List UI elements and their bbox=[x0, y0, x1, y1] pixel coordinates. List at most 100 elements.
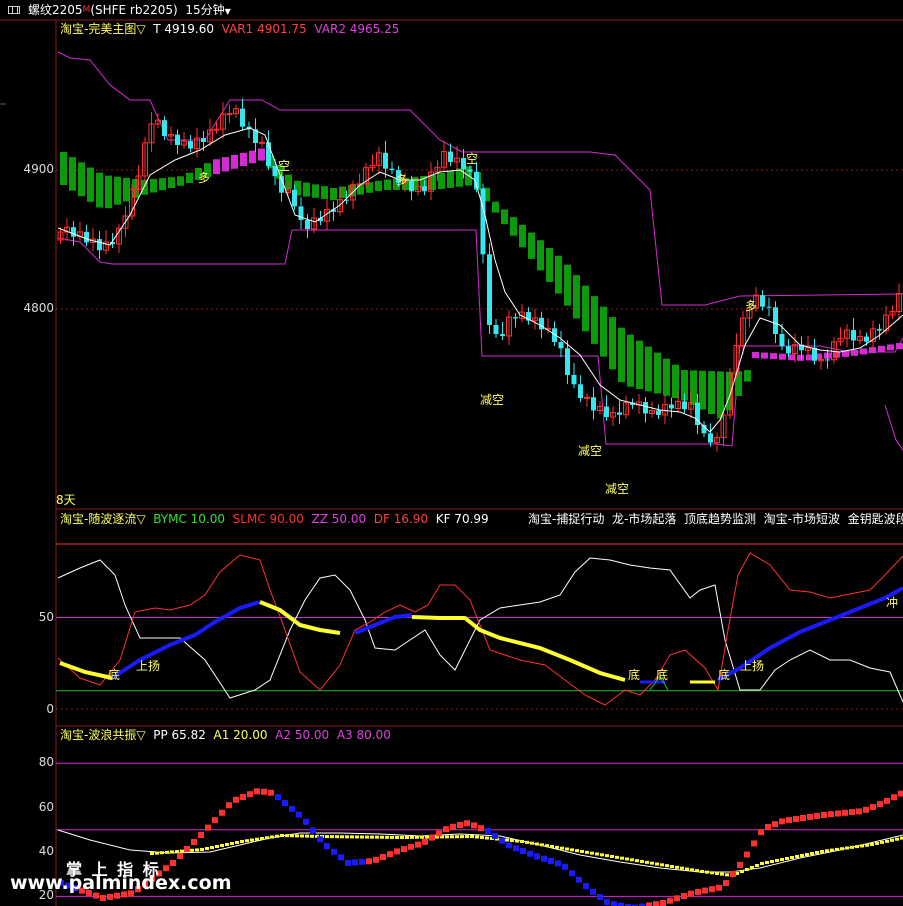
indicator-link-1[interactable]: 淘宝-捕捉行动 bbox=[528, 512, 604, 526]
indicator-link-3[interactable]: 顶底趋势监测 bbox=[684, 512, 756, 526]
sub2-pp-block bbox=[681, 893, 687, 899]
sub2-value-pp: PP 65.82 bbox=[153, 728, 206, 742]
sub2-yellow-dot bbox=[235, 841, 239, 844]
cloud-bar bbox=[123, 177, 130, 202]
main-y-tick-4900: 4900 bbox=[23, 162, 54, 176]
cloud-bar bbox=[887, 344, 894, 351]
sub2-yellow-dot bbox=[295, 834, 299, 838]
cloud-bar bbox=[564, 264, 571, 306]
cloud-bar bbox=[492, 201, 499, 213]
sub2-pp-block bbox=[730, 871, 736, 877]
cloud-bar bbox=[609, 317, 616, 370]
candle-body bbox=[292, 189, 297, 207]
sub2-pp-block bbox=[100, 895, 106, 901]
sub2-y-tick-40: 40 bbox=[38, 844, 54, 858]
sub2-yellow-dot bbox=[460, 835, 464, 839]
sub2-yellow-dot bbox=[175, 850, 179, 853]
sub2-yellow-dot bbox=[660, 863, 664, 867]
sub2-value-a1: A1 20.00 bbox=[213, 728, 268, 742]
sub2-pp-block bbox=[709, 886, 715, 893]
indicator-link-2[interactable]: 龙-市场起落 bbox=[612, 512, 676, 526]
sub2-pp-block bbox=[688, 890, 694, 897]
sub2-pp-block bbox=[723, 880, 729, 887]
sub2-pp-block bbox=[716, 884, 722, 891]
sub2-yellow-dot bbox=[445, 835, 449, 839]
sub2-pp-block bbox=[366, 858, 372, 865]
sub2-pp-block bbox=[807, 813, 813, 820]
candle-body bbox=[389, 168, 395, 171]
sub1-indicator-header: 淘宝-随波逐流▽ BYMC 10.00 SLMC 90.00 ZZ 50.00 … bbox=[60, 511, 489, 527]
sub2-yellow-dot bbox=[290, 834, 294, 838]
candle-body bbox=[851, 330, 856, 341]
sub2-yellow-dot bbox=[870, 843, 874, 846]
sub2-pp-block bbox=[779, 818, 785, 825]
sub2-pp-block bbox=[380, 854, 386, 860]
sub2-pp-block bbox=[541, 855, 547, 862]
candle-body bbox=[643, 402, 648, 414]
cloud-bar bbox=[114, 176, 121, 205]
sub2-indicator-name[interactable]: 淘宝-波浪共振 bbox=[60, 728, 136, 742]
watermark-url: www.palmindex.com bbox=[10, 872, 232, 894]
sub2-pp-block bbox=[513, 845, 519, 852]
cloud-bar bbox=[375, 180, 382, 191]
sub2-yellow-dot bbox=[395, 835, 399, 839]
sub2-yellow-dot bbox=[220, 844, 224, 847]
cloud-bar bbox=[159, 178, 166, 191]
cloud-bar bbox=[87, 167, 94, 202]
candle-body bbox=[513, 317, 518, 319]
main-indicator-name[interactable]: 淘宝-完美主图 bbox=[60, 22, 136, 36]
sub2-yellow-dot bbox=[345, 835, 349, 839]
sub2-pp-block bbox=[303, 818, 309, 825]
signal-short-1: 空 bbox=[278, 159, 291, 173]
sub2-yellow-dot bbox=[205, 847, 209, 850]
sub2-pp-block bbox=[205, 824, 211, 831]
sub1-indicator-name[interactable]: 淘宝-随波逐流 bbox=[60, 512, 136, 526]
sub2-yellow-dot bbox=[370, 835, 374, 839]
sub2-pp-block bbox=[240, 794, 246, 800]
main-indicator-dropdown-icon[interactable]: ▽ bbox=[136, 22, 145, 36]
sub2-pp-block bbox=[345, 860, 351, 866]
sub2-yellow-dot bbox=[415, 835, 419, 839]
sub1-value-zz: ZZ 50.00 bbox=[311, 512, 367, 526]
sub2-yellow-dot bbox=[385, 835, 389, 839]
sub1-value-slmc: SLMC 90.00 bbox=[232, 512, 304, 526]
sub2-pp-block bbox=[751, 840, 757, 847]
sub2-value-a3: A3 80.00 bbox=[336, 728, 391, 742]
sub1-indicator-dropdown-icon[interactable]: ▽ bbox=[136, 512, 145, 526]
sub2-indicator-dropdown-icon[interactable]: ▽ bbox=[136, 728, 145, 742]
signal-short-2: 空 bbox=[466, 152, 479, 166]
cloud-bar bbox=[645, 346, 652, 392]
cloud-bar bbox=[761, 352, 768, 359]
sub2-yellow-dot bbox=[615, 855, 619, 859]
cloud-bar bbox=[618, 327, 625, 383]
sub2-pp-block bbox=[884, 797, 890, 804]
cloud-bar bbox=[186, 172, 193, 183]
sub2-yellow-dot bbox=[760, 862, 764, 865]
cloud-bar bbox=[797, 354, 804, 361]
sub2-pp-block bbox=[373, 856, 379, 863]
main-indicator-header: 淘宝-完美主图▽ T 4919.60 VAR1 4901.75 VAR2 496… bbox=[60, 21, 399, 37]
sub2-yellow-dot bbox=[670, 865, 674, 868]
cloud-bar bbox=[573, 275, 580, 319]
sub2-yellow-dot bbox=[565, 847, 569, 851]
cloud-bar bbox=[249, 150, 256, 164]
sub2-pp-block bbox=[261, 788, 267, 795]
candle-body bbox=[226, 113, 233, 116]
sub2-yellow-dot bbox=[810, 852, 814, 855]
signal-long-2: 多 bbox=[396, 173, 409, 187]
indicator-link-5[interactable]: 金钥匙波段 bbox=[848, 512, 903, 526]
sub2-pp-block bbox=[611, 901, 617, 906]
sub2-value-a2: A2 50.00 bbox=[275, 728, 330, 742]
sub2-pp-block bbox=[765, 824, 771, 830]
indicator-link-4[interactable]: 淘宝-市场短波 bbox=[764, 512, 840, 526]
cloud-bar bbox=[636, 340, 643, 389]
cloud-bar bbox=[878, 345, 885, 352]
sub2-pp-block bbox=[527, 850, 533, 857]
cloud-bar bbox=[627, 334, 634, 387]
sub2-yellow-dot bbox=[780, 858, 784, 861]
sub2-yellow-dot bbox=[875, 841, 879, 845]
sub2-yellow-dot bbox=[655, 862, 659, 866]
candle-body bbox=[266, 142, 271, 166]
sub2-yellow-dot bbox=[640, 860, 644, 863]
sub2-yellow-dot bbox=[450, 835, 454, 839]
